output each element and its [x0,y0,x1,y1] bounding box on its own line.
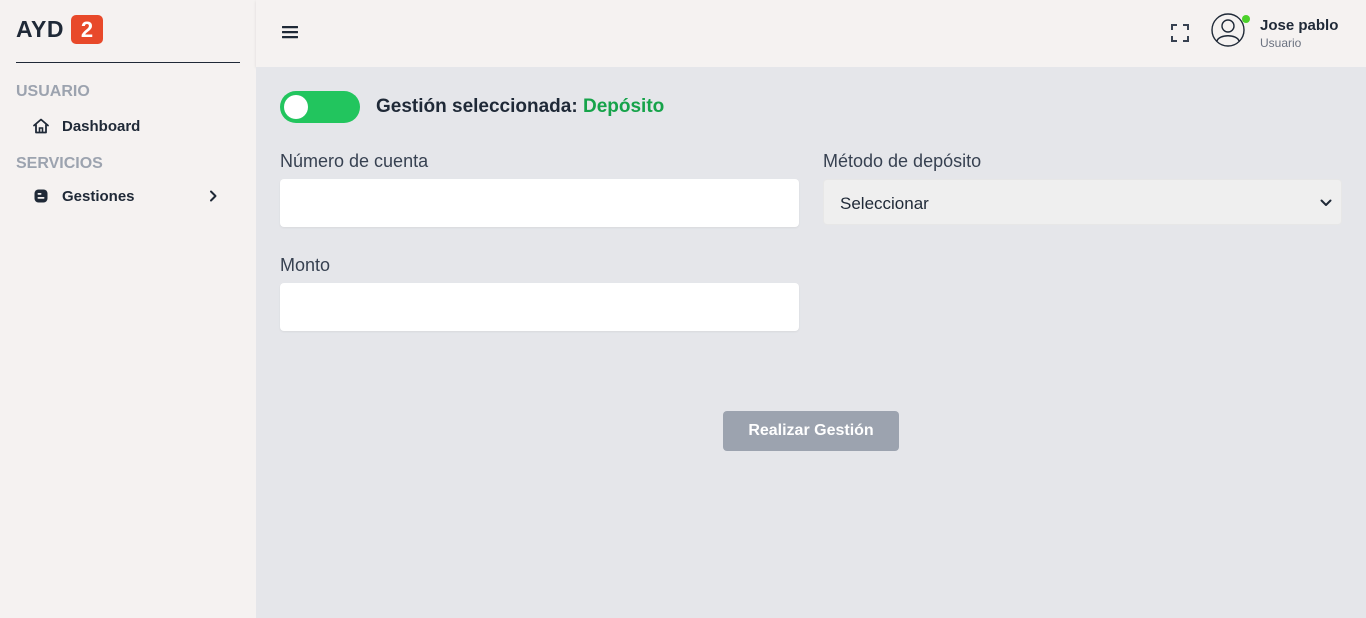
amount-label: Monto [280,255,331,275]
top-header: Jose pablo Usuario [256,0,1366,67]
deposit-method-selected: Seleccionar [840,194,929,213]
deposit-method-label: Método de depósito [823,151,982,171]
blogger-icon [32,187,50,205]
amount-input[interactable] [280,283,799,331]
selected-gestion-prefix: Gestión seleccionada: [376,96,578,117]
user-name[interactable]: Jose pablo [1260,17,1338,34]
brand-badge: 2 [70,15,103,44]
brand-text: AYD [16,16,64,42]
toggle-knob [284,95,308,119]
sidebar-item-label: Gestiones [62,187,135,205]
submit-gestion-button[interactable]: Realizar Gestión [723,411,899,451]
selected-gestion-value: Depósito [582,96,665,117]
main-content: Gestión seleccionada: Depósito Número de… [256,67,1366,618]
gestion-toggle[interactable] [280,91,360,123]
hamburger-icon[interactable] [280,22,300,42]
sidebar-item-gestiones[interactable]: Gestiones [32,183,224,209]
brand-logo[interactable]: AYD 2 [16,15,103,44]
chevron-right-icon[interactable] [204,187,222,205]
user-role: Usuario [1260,36,1302,50]
section-title-servicios: SERVICIOS [16,155,103,172]
app-root: AYD 2 USUARIO Dashboard SERVICIOS Gestio… [0,0,1366,618]
sidebar: AYD 2 USUARIO Dashboard SERVICIOS Gestio… [0,0,256,618]
account-number-label: Número de cuenta [280,151,429,171]
account-number-input[interactable] [280,179,799,227]
sidebar-item-dashboard[interactable]: Dashboard [32,113,224,139]
avatar[interactable] [1211,13,1245,47]
brand-divider [16,62,240,63]
fullscreen-icon[interactable] [1169,22,1191,44]
section-title-usuario: USUARIO [16,83,90,100]
home-icon [32,117,50,135]
sidebar-item-label: Dashboard [62,117,141,135]
chevron-down-icon [1319,196,1333,210]
selected-gestion-label: Gestión seleccionada: Depósito [376,96,664,118]
deposit-method-select[interactable]: Seleccionar [823,179,1342,225]
online-status-dot [1242,15,1250,23]
